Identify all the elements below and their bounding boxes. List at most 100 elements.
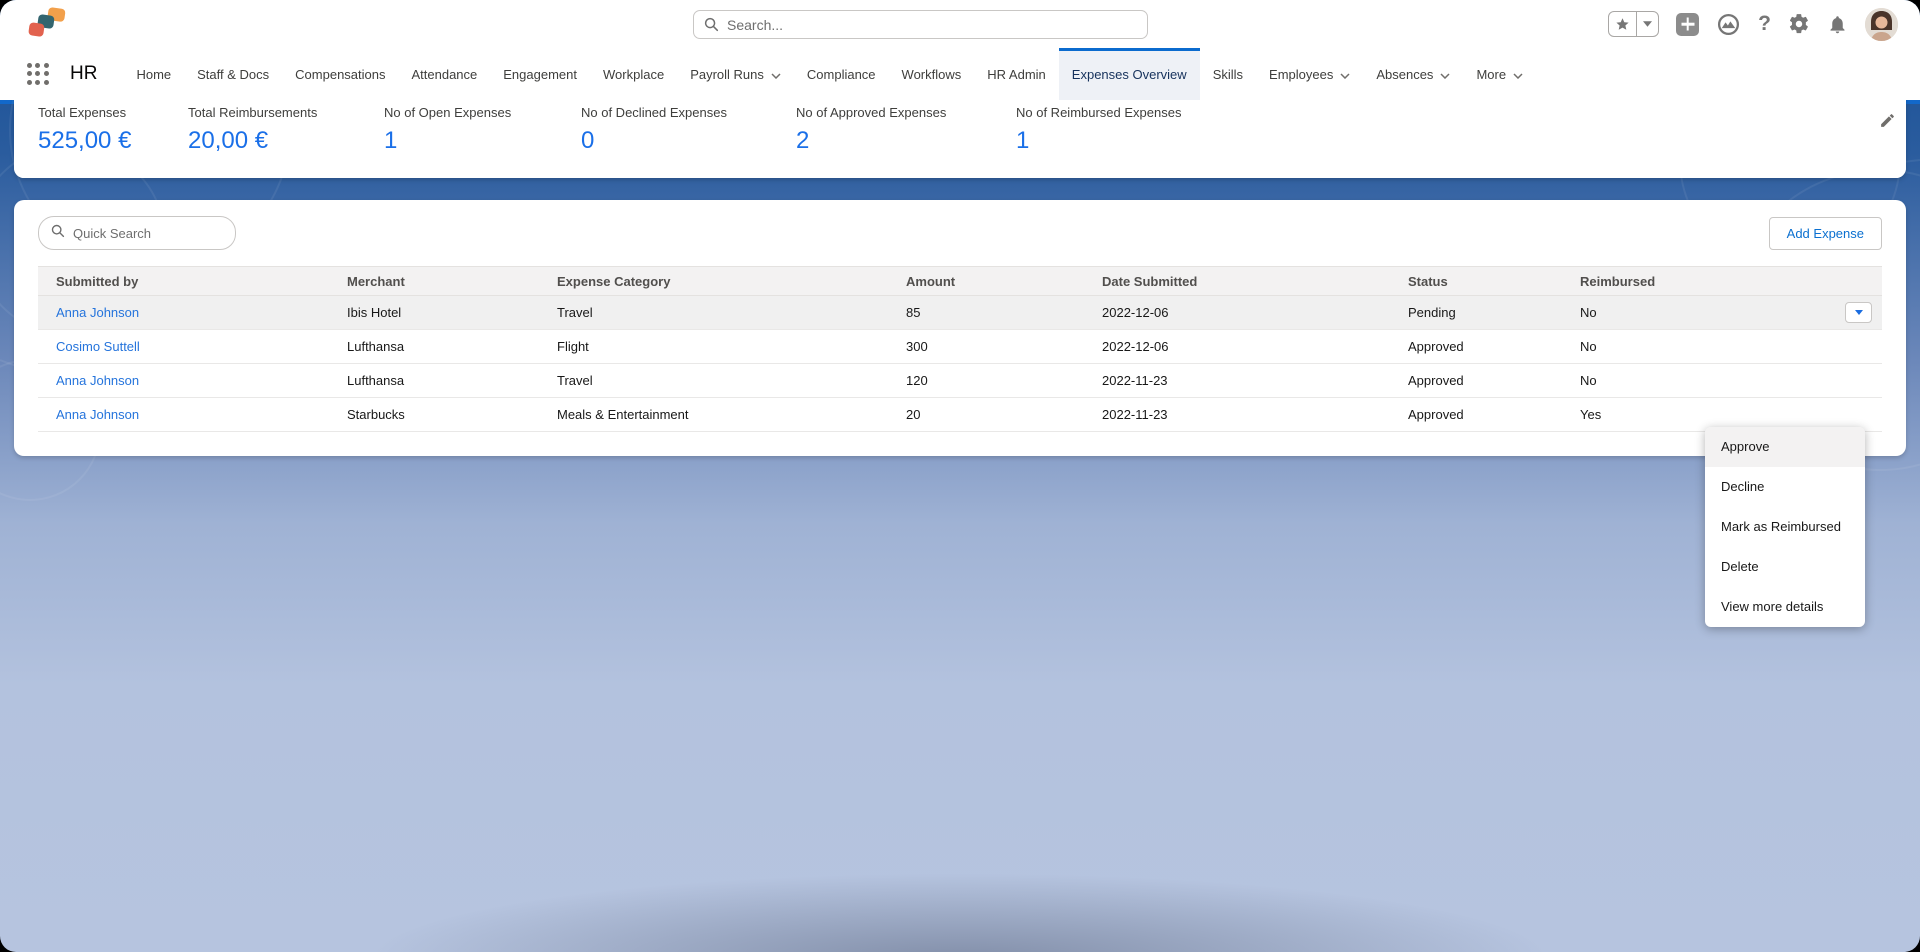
tab-absences[interactable]: Absences — [1363, 48, 1463, 100]
tab-label: Compensations — [295, 67, 385, 82]
submitted-by-link[interactable]: Anna Johnson — [56, 407, 139, 422]
tab-label: HR Admin — [987, 67, 1046, 82]
tab-more[interactable]: More — [1463, 48, 1536, 100]
stat-label: Total Reimbursements — [188, 105, 384, 120]
tab-compensations[interactable]: Compensations — [282, 48, 398, 100]
help-icon[interactable]: ? — [1758, 12, 1771, 36]
menu-item-view-more-details[interactable]: View more details — [1705, 587, 1865, 627]
stat-value: 1 — [1016, 127, 1246, 155]
tab-staff-docs[interactable]: Staff & Docs — [184, 48, 282, 100]
tab-attendance[interactable]: Attendance — [398, 48, 490, 100]
menu-item-approve[interactable]: Approve — [1705, 427, 1865, 467]
search-icon — [704, 17, 719, 32]
column-header-amount[interactable]: Amount — [888, 274, 1084, 289]
app-name: HR — [70, 63, 97, 85]
column-header-status[interactable]: Status — [1390, 274, 1562, 289]
cell-date: 2022-12-06 — [1084, 305, 1390, 320]
add-expense-button[interactable]: Add Expense — [1769, 217, 1882, 250]
global-search-input[interactable] — [727, 17, 1137, 33]
user-avatar[interactable] — [1865, 8, 1898, 41]
menu-item-decline[interactable]: Decline — [1705, 467, 1865, 507]
cell-reimbursed: No — [1562, 373, 1802, 388]
tab-label: Attendance — [411, 67, 477, 82]
cell-reimbursed: No — [1562, 339, 1802, 354]
search-icon — [51, 224, 65, 243]
cell-amount: 300 — [888, 339, 1084, 354]
stat-value: 1 — [384, 127, 581, 155]
tab-label: Skills — [1213, 67, 1243, 82]
company-logo-icon — [26, 6, 72, 47]
column-header-expense-category[interactable]: Expense Category — [539, 274, 888, 289]
cell-merchant: Lufthansa — [329, 373, 539, 388]
tab-label: Compliance — [807, 67, 876, 82]
stat-label: No of Declined Expenses — [581, 105, 796, 120]
column-header-merchant[interactable]: Merchant — [329, 274, 539, 289]
submitted-by-link[interactable]: Anna Johnson — [56, 305, 139, 320]
tab-engagement[interactable]: Engagement — [490, 48, 590, 100]
favorites-button[interactable] — [1608, 11, 1659, 37]
stat-value: 0 — [581, 127, 796, 155]
cell-date: 2022-12-06 — [1084, 339, 1390, 354]
column-header-submitted-by[interactable]: Submitted by — [38, 274, 329, 289]
tab-label: Workplace — [603, 67, 664, 82]
notifications-bell-icon[interactable] — [1827, 14, 1848, 35]
tab-workflows[interactable]: Workflows — [889, 48, 975, 100]
cell-actions — [1802, 302, 1882, 323]
submitted-by-link[interactable]: Cosimo Suttell — [56, 339, 140, 354]
menu-item-mark-as-reimbursed[interactable]: Mark as Reimbursed — [1705, 507, 1865, 547]
table-row: Anna JohnsonIbis HotelTravel852022-12-06… — [38, 296, 1882, 330]
caret-down-icon — [1855, 310, 1863, 315]
tab-payroll-runs[interactable]: Payroll Runs — [677, 48, 794, 100]
tab-skills[interactable]: Skills — [1200, 48, 1256, 100]
setup-gear-icon[interactable] — [1788, 13, 1810, 35]
stat-value: 2 — [796, 127, 1016, 155]
cell-merchant: Starbucks — [329, 407, 539, 422]
tab-workplace[interactable]: Workplace — [590, 48, 677, 100]
column-header-reimbursed[interactable]: Reimbursed — [1562, 274, 1802, 289]
stat-value: 20,00 € — [188, 127, 384, 155]
header-actions: ? — [1608, 0, 1898, 48]
cell-submitted-by: Anna Johnson — [38, 373, 329, 388]
cell-submitted-by: Cosimo Suttell — [38, 339, 329, 354]
cell-date: 2022-11-23 — [1084, 373, 1390, 388]
edit-pencil-icon[interactable] — [1879, 112, 1896, 134]
tab-label: Workflows — [902, 67, 962, 82]
row-actions-dropdown-button[interactable] — [1845, 302, 1872, 323]
stat-no-of-open-expenses: No of Open Expenses1 — [384, 105, 581, 155]
stat-no-of-declined-expenses: No of Declined Expenses 0 — [581, 105, 796, 155]
stat-value: 525,00 € — [38, 127, 188, 155]
cell-reimbursed: Yes — [1562, 407, 1802, 422]
app-launcher-icon[interactable] — [24, 60, 52, 88]
tab-expenses-overview[interactable]: Expenses Overview — [1059, 48, 1200, 100]
favorites-caret-icon[interactable] — [1636, 12, 1658, 36]
cell-status: Approved — [1390, 339, 1562, 354]
trailhead-icon[interactable] — [1716, 12, 1741, 37]
stat-no-of-approved-expenses: No of Approved Expenses 2 — [796, 105, 1016, 155]
stat-label: No of Approved Expenses — [796, 105, 1016, 120]
expenses-table-card: Add Expense Submitted byMerchantExpense … — [14, 200, 1906, 456]
tab-home[interactable]: Home — [123, 48, 184, 100]
quick-search-input[interactable] — [73, 226, 223, 241]
cell-submitted-by: Anna Johnson — [38, 305, 329, 320]
tab-compliance[interactable]: Compliance — [794, 48, 889, 100]
submitted-by-link[interactable]: Anna Johnson — [56, 373, 139, 388]
table-toolbar: Add Expense — [38, 216, 1882, 250]
cell-date: 2022-11-23 — [1084, 407, 1390, 422]
global-search[interactable] — [693, 10, 1148, 39]
quick-search[interactable] — [38, 216, 236, 250]
tab-label: Absences — [1376, 67, 1433, 82]
star-icon[interactable] — [1609, 12, 1636, 36]
menu-item-delete[interactable]: Delete — [1705, 547, 1865, 587]
table-header-row: Submitted byMerchantExpense CategoryAmou… — [38, 266, 1882, 296]
tab-hr-admin[interactable]: HR Admin — [974, 48, 1059, 100]
column-header-date-submitted[interactable]: Date Submitted — [1084, 274, 1390, 289]
table-row: Cosimo SuttellLufthansaFlight3002022-12-… — [38, 330, 1882, 364]
quick-create-icon[interactable] — [1676, 13, 1699, 36]
tab-employees[interactable]: Employees — [1256, 48, 1363, 100]
tab-label: More — [1476, 67, 1506, 82]
cell-status: Approved — [1390, 407, 1562, 422]
tab-label: Expenses Overview — [1072, 67, 1187, 82]
cell-category: Meals & Entertainment — [539, 407, 888, 422]
stat-total-expenses: Total Expenses525,00 € — [38, 105, 188, 155]
tab-label: Staff & Docs — [197, 67, 269, 82]
